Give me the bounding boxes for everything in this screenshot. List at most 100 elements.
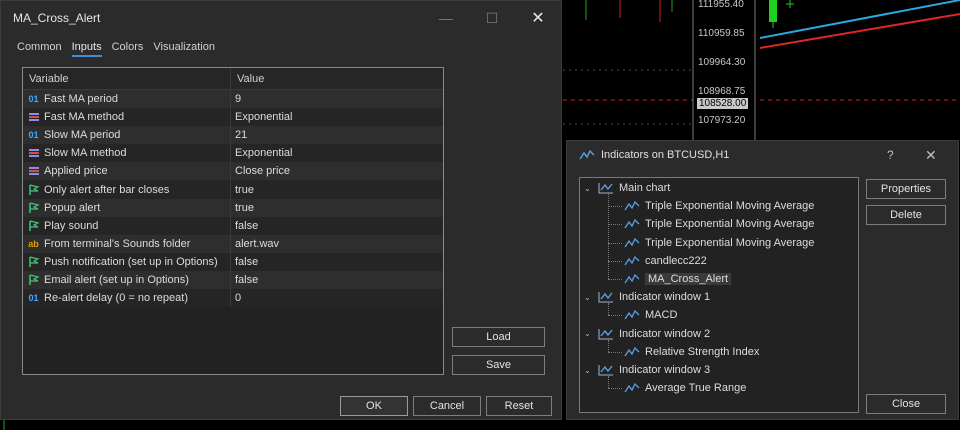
param-name: Fast MA method <box>44 111 125 124</box>
indicators-titlebar[interactable]: Indicators on BTCUSD,H1 <box>579 149 729 161</box>
param-variable-cell: 01 Fast MA period <box>23 90 231 109</box>
tree-connector <box>608 303 609 316</box>
param-row[interactable]: 01 Re-alert delay (0 = no repeat) 0 <box>23 289 443 308</box>
integer-type-icon: 01 <box>28 94 39 105</box>
param-row[interactable]: 01 Slow MA period 21 <box>23 126 443 145</box>
tab-common[interactable]: Common <box>17 41 62 57</box>
param-value[interactable]: false <box>231 274 258 286</box>
column-header-variable[interactable]: Variable <box>23 68 231 89</box>
param-variable-cell: 01 Re-alert delay (0 = no repeat) <box>23 289 231 308</box>
column-header-value[interactable]: Value <box>231 68 270 89</box>
tab-inputs[interactable]: Inputs <box>71 41 102 57</box>
tree-connector <box>608 279 622 280</box>
tab-colors[interactable]: Colors <box>112 41 144 57</box>
tree-node-label: MACD <box>645 309 678 322</box>
close-icon[interactable]: ✕ <box>925 147 937 164</box>
indicators-tree: ⌄ Main chart Triple Exponential Moving Ave… <box>579 177 859 413</box>
param-row[interactable]: Push notification (set up in Options) fal… <box>23 252 443 271</box>
tree-connector <box>608 339 609 352</box>
tree-indicator-node[interactable]: Average True Range <box>624 380 746 396</box>
indicator-icon <box>624 255 640 267</box>
tree-indicator-node[interactable]: Relative Strength Index <box>624 344 759 360</box>
param-row[interactable]: Popup alert true <box>23 198 443 217</box>
param-row[interactable]: Only alert after bar closes true <box>23 180 443 199</box>
param-value[interactable]: 21 <box>231 129 247 141</box>
tree-connector <box>608 376 609 389</box>
param-row[interactable]: ab From terminal's Sounds folder alert.wav <box>23 234 443 253</box>
tree-indicator-node[interactable]: MA_Cross_Alert <box>624 271 732 287</box>
param-variable-cell: Popup alert <box>23 198 231 217</box>
help-icon[interactable]: ? <box>887 148 894 162</box>
tree-node-label: Indicator window 2 <box>619 327 711 340</box>
tree-indicator-node[interactable]: Triple Exponential Moving Average <box>624 216 814 232</box>
param-value[interactable]: true <box>231 184 254 196</box>
tree-connector <box>608 224 622 226</box>
tree-connector <box>608 260 622 262</box>
tree-connector <box>608 315 622 317</box>
tree-group-node[interactable]: ⌄ Main chart <box>584 180 670 196</box>
bool-flag-icon <box>27 274 40 286</box>
dialog-tabs: Common Inputs Colors Visualization <box>17 41 215 57</box>
price-label: 109964.30 <box>698 57 746 68</box>
param-name: Only alert after bar closes <box>44 183 170 196</box>
close-icon[interactable]: ✕ <box>515 1 561 35</box>
tree-node-label: candlecc222 <box>645 254 707 267</box>
properties-button[interactable]: Properties <box>866 179 946 199</box>
delete-button[interactable]: Delete <box>866 205 946 225</box>
enum-type-icon <box>27 166 40 176</box>
param-row[interactable]: Applied price Close price <box>23 162 443 181</box>
param-value[interactable]: Exponential <box>231 111 293 123</box>
param-row[interactable]: Slow MA method Exponential <box>23 144 443 163</box>
param-name: From terminal's Sounds folder <box>44 237 191 250</box>
param-value[interactable]: Exponential <box>231 147 293 159</box>
load-button[interactable]: Load <box>452 327 545 347</box>
param-row[interactable]: 01 Fast MA period 9 <box>23 90 443 109</box>
tree-group-node[interactable]: ⌄ Indicator window 2 <box>584 326 710 342</box>
param-value[interactable]: true <box>231 202 254 214</box>
param-value[interactable]: false <box>231 256 258 268</box>
chevron-down-icon[interactable]: ⌄ <box>584 184 594 193</box>
tree-indicator-node[interactable]: MACD <box>624 307 677 323</box>
param-value[interactable]: 0 <box>231 292 241 304</box>
indicator-icon <box>624 273 640 285</box>
chevron-down-icon[interactable]: ⌄ <box>584 366 594 375</box>
tree-indicator-node[interactable]: Triple Exponential Moving Average <box>624 235 814 251</box>
tree-group-node[interactable]: ⌄ Indicator window 1 <box>584 289 710 305</box>
minimize-icon: — <box>439 10 453 26</box>
chevron-down-icon[interactable]: ⌄ <box>584 293 594 302</box>
ok-button[interactable]: OK <box>340 396 408 416</box>
tree-indicator-node[interactable]: candlecc222 <box>624 253 707 269</box>
save-button[interactable]: Save <box>452 355 545 375</box>
tree-node-label: Triple Exponential Moving Average <box>645 236 815 249</box>
indicator-icon <box>624 309 640 321</box>
price-label: 107973.20 <box>698 115 746 126</box>
reset-button[interactable]: Reset <box>486 396 552 416</box>
integer-type-icon: 01 <box>28 293 39 304</box>
tab-visualization[interactable]: Visualization <box>153 41 215 57</box>
param-row[interactable]: Email alert (set up in Options) false <box>23 270 443 290</box>
param-variable-cell: Slow MA method <box>23 144 231 163</box>
tree-node-label: Relative Strength Index <box>645 345 760 358</box>
tree-node-label: Indicator window 1 <box>619 291 711 304</box>
param-row[interactable]: Fast MA method Exponential <box>23 108 443 127</box>
cancel-button[interactable]: Cancel <box>413 396 481 416</box>
inputs-table: Variable Value 01 Fast MA period 9 Fast MA … <box>22 67 444 375</box>
param-variable-cell: Fast MA method <box>23 108 231 127</box>
param-value[interactable]: false <box>231 220 258 232</box>
param-value[interactable]: Close price <box>231 165 290 177</box>
indicator-icon <box>624 200 640 212</box>
param-variable-cell: Push notification (set up in Options) <box>23 252 231 271</box>
param-row[interactable]: Play sound false <box>23 216 443 235</box>
indicators-list-dialog: Indicators on BTCUSD,H1 ? ✕ ⌄ Main chart T… <box>566 140 959 420</box>
close-button[interactable]: Close <box>866 394 946 414</box>
chevron-down-icon[interactable]: ⌄ <box>584 329 594 338</box>
tree-indicator-node[interactable]: Triple Exponential Moving Average <box>624 198 814 214</box>
param-value[interactable]: alert.wav <box>231 238 279 250</box>
tree-group-node[interactable]: ⌄ Indicator window 3 <box>584 362 710 378</box>
dialog-titlebar[interactable]: MA_Cross_Alert — ☐ ✕ <box>1 1 561 35</box>
param-value[interactable]: 9 <box>231 93 241 105</box>
integer-type-icon: 01 <box>28 130 39 141</box>
tree-connector <box>608 351 622 353</box>
indicator-icon <box>579 149 595 160</box>
indicator-icon <box>624 237 640 249</box>
